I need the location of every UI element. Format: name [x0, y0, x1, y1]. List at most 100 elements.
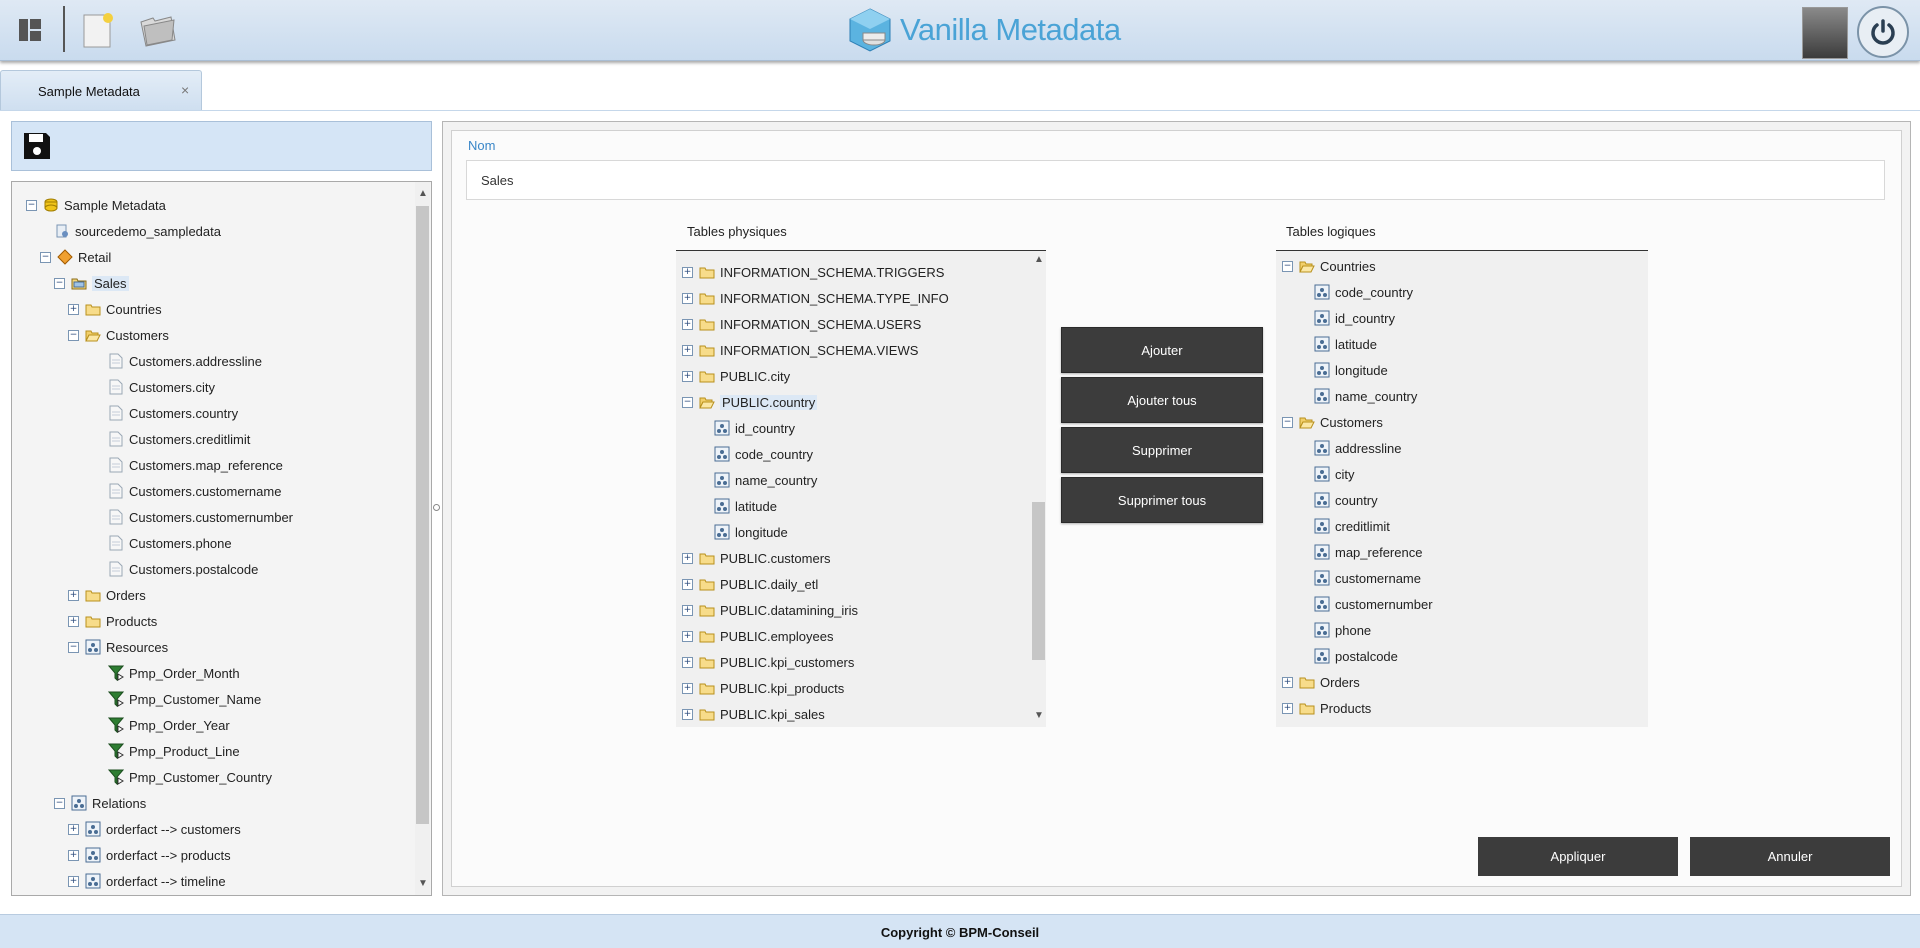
logical-table-item[interactable]: − Customers	[1282, 411, 1383, 433]
logical-table-item[interactable]: longitude	[1314, 359, 1388, 381]
scroll-down-icon[interactable]: ▼	[1034, 710, 1044, 721]
tree-item[interactable]: − Customers	[68, 324, 169, 346]
expand-icon[interactable]: +	[68, 849, 79, 861]
tree-item[interactable]: − Sales	[54, 272, 129, 294]
logical-table-item[interactable]: customername	[1314, 567, 1421, 589]
expand-icon[interactable]: +	[68, 303, 79, 315]
tree-item[interactable]: + orderfact --> timeline	[68, 870, 226, 892]
tree-item[interactable]: + Countries	[68, 298, 162, 320]
expand-icon[interactable]: +	[682, 344, 693, 356]
physical-table-item[interactable]: longitude	[714, 521, 788, 543]
expand-icon[interactable]: +	[68, 615, 79, 627]
collapse-icon[interactable]: −	[682, 396, 693, 408]
tree-item[interactable]: Pmp_Order_Month	[108, 662, 240, 684]
tree-item[interactable]: + Orders	[68, 584, 146, 606]
tree-item[interactable]: + orderfact --> products	[68, 844, 231, 866]
tree-item[interactable]: − Relations	[54, 792, 146, 814]
open-folder-icon[interactable]	[136, 8, 180, 52]
expand-icon[interactable]: +	[682, 604, 693, 616]
tree-item[interactable]: − Sample Metadata	[26, 194, 166, 216]
physical-table-item[interactable]: + PUBLIC.daily_etl	[682, 573, 818, 595]
collapse-icon[interactable]: −	[54, 277, 65, 289]
apply-button[interactable]: Appliquer	[1478, 837, 1678, 876]
save-icon[interactable]	[22, 131, 52, 161]
expand-icon[interactable]: +	[682, 292, 693, 304]
physical-table-item[interactable]: latitude	[714, 495, 777, 517]
physical-table-item[interactable]: + PUBLIC.city	[682, 365, 790, 387]
cancel-button[interactable]: Annuler	[1690, 837, 1890, 876]
remove-all-button[interactable]: Supprimer tous	[1061, 477, 1263, 523]
tree-item[interactable]: Customers.phone	[108, 532, 232, 554]
tree-item[interactable]: + Products	[68, 610, 157, 632]
tab-sample-metadata[interactable]: Sample Metadata ×	[0, 70, 202, 110]
expand-icon[interactable]: +	[682, 266, 693, 278]
logical-table-item[interactable]: + Orders	[1282, 671, 1360, 693]
nom-input[interactable]	[466, 160, 1885, 200]
physical-table-item[interactable]: + PUBLIC.customers	[682, 547, 831, 569]
expand-icon[interactable]: +	[68, 875, 79, 887]
logical-table-item[interactable]: id_country	[1314, 307, 1395, 329]
tree-item[interactable]: Pmp_Customer_Name	[108, 688, 261, 710]
physical-table-item[interactable]: + INFORMATION_SCHEMA.USERS	[682, 313, 921, 335]
tree-item[interactable]: Customers.creditlimit	[108, 428, 250, 450]
power-icon[interactable]	[1857, 6, 1909, 58]
expand-icon[interactable]: +	[682, 552, 693, 564]
collapse-icon[interactable]: −	[40, 251, 51, 263]
expand-icon[interactable]: +	[68, 823, 79, 835]
collapse-icon[interactable]: −	[68, 329, 79, 341]
expand-icon[interactable]: +	[1282, 676, 1293, 688]
physical-table-item[interactable]: + PUBLIC.kpi_sales	[682, 703, 825, 725]
scroll-down-icon[interactable]: ▼	[418, 878, 428, 889]
splitter-handle[interactable]	[433, 504, 440, 511]
logical-table-item[interactable]: addressline	[1314, 437, 1402, 459]
remove-button[interactable]: Supprimer	[1061, 427, 1263, 473]
logical-table-item[interactable]: + Products	[1282, 697, 1371, 719]
physical-table-item[interactable]: name_country	[714, 469, 817, 491]
logical-table-item[interactable]: city	[1314, 463, 1355, 485]
tree-item[interactable]: Customers.country	[108, 402, 238, 424]
logical-table-item[interactable]: phone	[1314, 619, 1371, 641]
expand-icon[interactable]: +	[682, 630, 693, 642]
add-button[interactable]: Ajouter	[1061, 327, 1263, 373]
physical-scrollbar[interactable]: ▲ ▼	[1031, 252, 1046, 726]
physical-table-item[interactable]: + PUBLIC.datamining_iris	[682, 599, 858, 621]
physical-table-item[interactable]: code_country	[714, 443, 813, 465]
tree-item[interactable]: Customers.customername	[108, 480, 281, 502]
expand-icon[interactable]: +	[682, 578, 693, 590]
new-document-icon[interactable]	[76, 8, 120, 52]
physical-table-item[interactable]: + PUBLIC.kpi_customers	[682, 651, 854, 673]
logical-table-item[interactable]: name_country	[1314, 385, 1417, 407]
logical-table-item[interactable]: postalcode	[1314, 645, 1398, 667]
logical-table-item[interactable]: country	[1314, 489, 1378, 511]
collapse-icon[interactable]: −	[68, 641, 79, 653]
expand-icon[interactable]: +	[68, 589, 79, 601]
tree-scroll-thumb[interactable]	[416, 206, 429, 824]
expand-icon[interactable]: +	[682, 318, 693, 330]
physical-table-item[interactable]: + INFORMATION_SCHEMA.TYPE_INFO	[682, 287, 949, 309]
expand-icon[interactable]: +	[682, 708, 693, 720]
expand-icon[interactable]: +	[682, 370, 693, 382]
tree-item[interactable]: sourcedemo_sampledata	[54, 220, 221, 242]
logical-table-item[interactable]: code_country	[1314, 281, 1413, 303]
collapse-icon[interactable]: −	[26, 199, 37, 211]
tree-item[interactable]: Pmp_Order_Year	[108, 714, 230, 736]
tree-item[interactable]: − Retail	[40, 246, 111, 268]
physical-table-item[interactable]: + PUBLIC.employees	[682, 625, 833, 647]
tree-scrollbar[interactable]: ▲ ▼	[415, 182, 430, 895]
collapse-icon[interactable]: −	[1282, 416, 1293, 428]
physical-scroll-thumb[interactable]	[1032, 502, 1045, 660]
scroll-up-icon[interactable]: ▲	[1034, 254, 1044, 265]
tree-item[interactable]: Customers.map_reference	[108, 454, 283, 476]
layout-icon[interactable]	[8, 8, 52, 52]
physical-table-item[interactable]: + INFORMATION_SCHEMA.TRIGGERS	[682, 261, 944, 283]
tree-item[interactable]: Customers.customernumber	[108, 506, 293, 528]
expand-icon[interactable]: +	[682, 682, 693, 694]
collapse-icon[interactable]: −	[54, 797, 65, 809]
close-icon[interactable]: ×	[181, 82, 189, 98]
physical-table-item[interactable]: + PUBLIC.kpi_products	[682, 677, 844, 699]
physical-table-item[interactable]: id_country	[714, 417, 795, 439]
logical-table-item[interactable]: creditlimit	[1314, 515, 1390, 537]
logical-table-item[interactable]: map_reference	[1314, 541, 1422, 563]
tree-item[interactable]: Pmp_Product_Line	[108, 740, 240, 762]
avatar[interactable]	[1802, 7, 1848, 59]
